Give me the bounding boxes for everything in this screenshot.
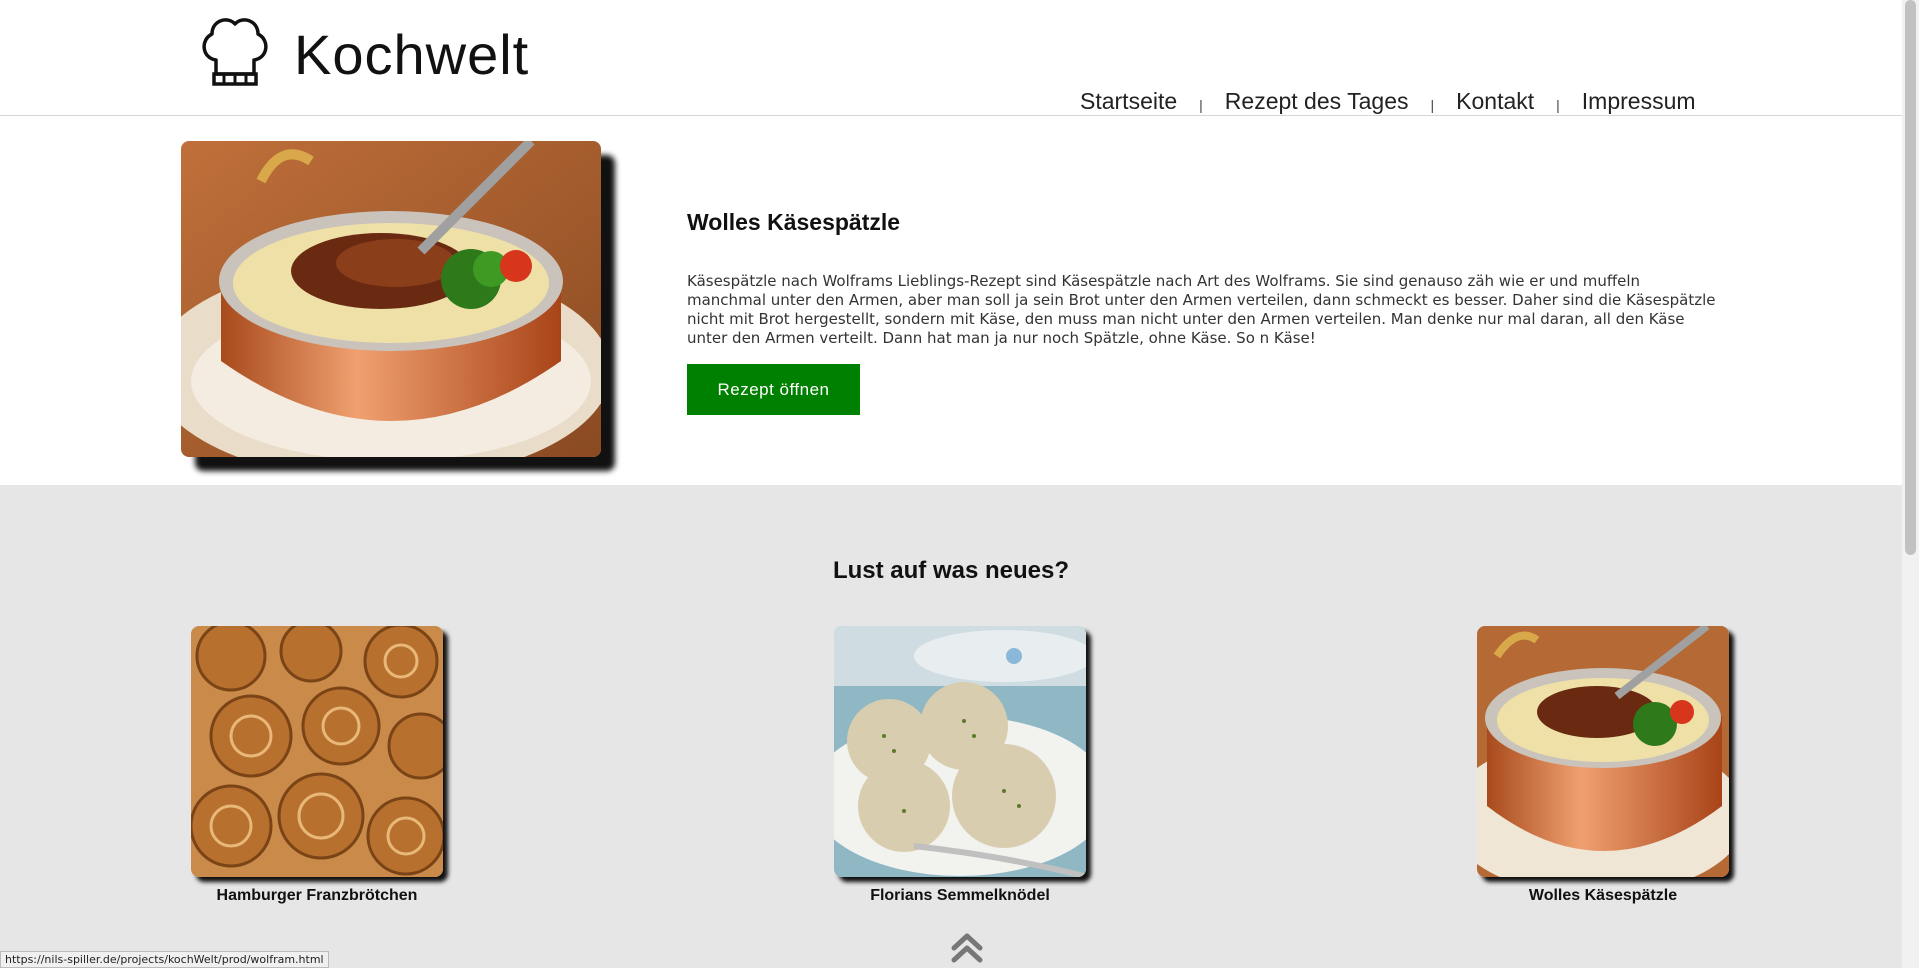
recipe-card-label: Wolles Käsespätzle [1528,887,1678,904]
link-status-bar: https://nils-spiller.de/projects/kochWel… [0,951,329,968]
nav-item-kontakt[interactable]: Kontakt [1456,88,1534,115]
site-header: Kochwelt Startseite | Rezept des Tages |… [0,0,1902,116]
logo-text: Kochwelt [294,22,530,86]
page-scrollbar[interactable] [1902,0,1919,968]
recipe-card-label: Hamburger Franzbrötchen [216,887,418,904]
nav-item-rezept-des-tages[interactable]: Rezept des Tages [1225,88,1409,115]
main-nav: Startseite | Rezept des Tages | Kontakt … [1080,88,1696,115]
featured-recipe-title: Wolles Käsespätzle [687,209,901,235]
chef-hat-icon [198,12,272,96]
nav-item-impressum[interactable]: Impressum [1582,88,1696,115]
nav-item-startseite[interactable]: Startseite [1080,88,1177,115]
featured-recipe-description: Käsespätzle nach Wolframs Lieblings-Reze… [687,272,1716,347]
recipe-card-image [191,626,443,877]
scroll-to-top-icon[interactable] [950,932,984,964]
nav-separator: | [1430,96,1435,113]
nav-separator: | [1556,96,1560,113]
featured-recipe-image [181,141,601,457]
scrollbar-thumb[interactable] [1905,0,1916,555]
nav-separator: | [1199,96,1203,113]
logo[interactable]: Kochwelt [198,12,529,96]
recipe-card-semmelknoedel[interactable]: Florians Semmelknödel [834,626,1086,905]
recipe-card-kaesespaetzle[interactable]: Wolles Käsespätzle [1477,626,1729,905]
featured-recipe: Wolles Käsespätzle Käsespätzle nach Wolf… [0,117,1902,485]
recipe-card-image [1477,626,1729,877]
recipe-card-image [834,626,1086,877]
suggestions-section: Lust auf was neues? Hamburger Franzbrötc… [0,485,1902,968]
suggestions-title: Lust auf was neues? [832,557,1070,584]
recipe-card-franzbroetchen[interactable]: Hamburger Franzbrötchen [191,626,443,905]
recipe-card-label: Florians Semmelknödel [870,887,1050,904]
open-recipe-button[interactable]: Rezept öffnen [687,364,860,415]
